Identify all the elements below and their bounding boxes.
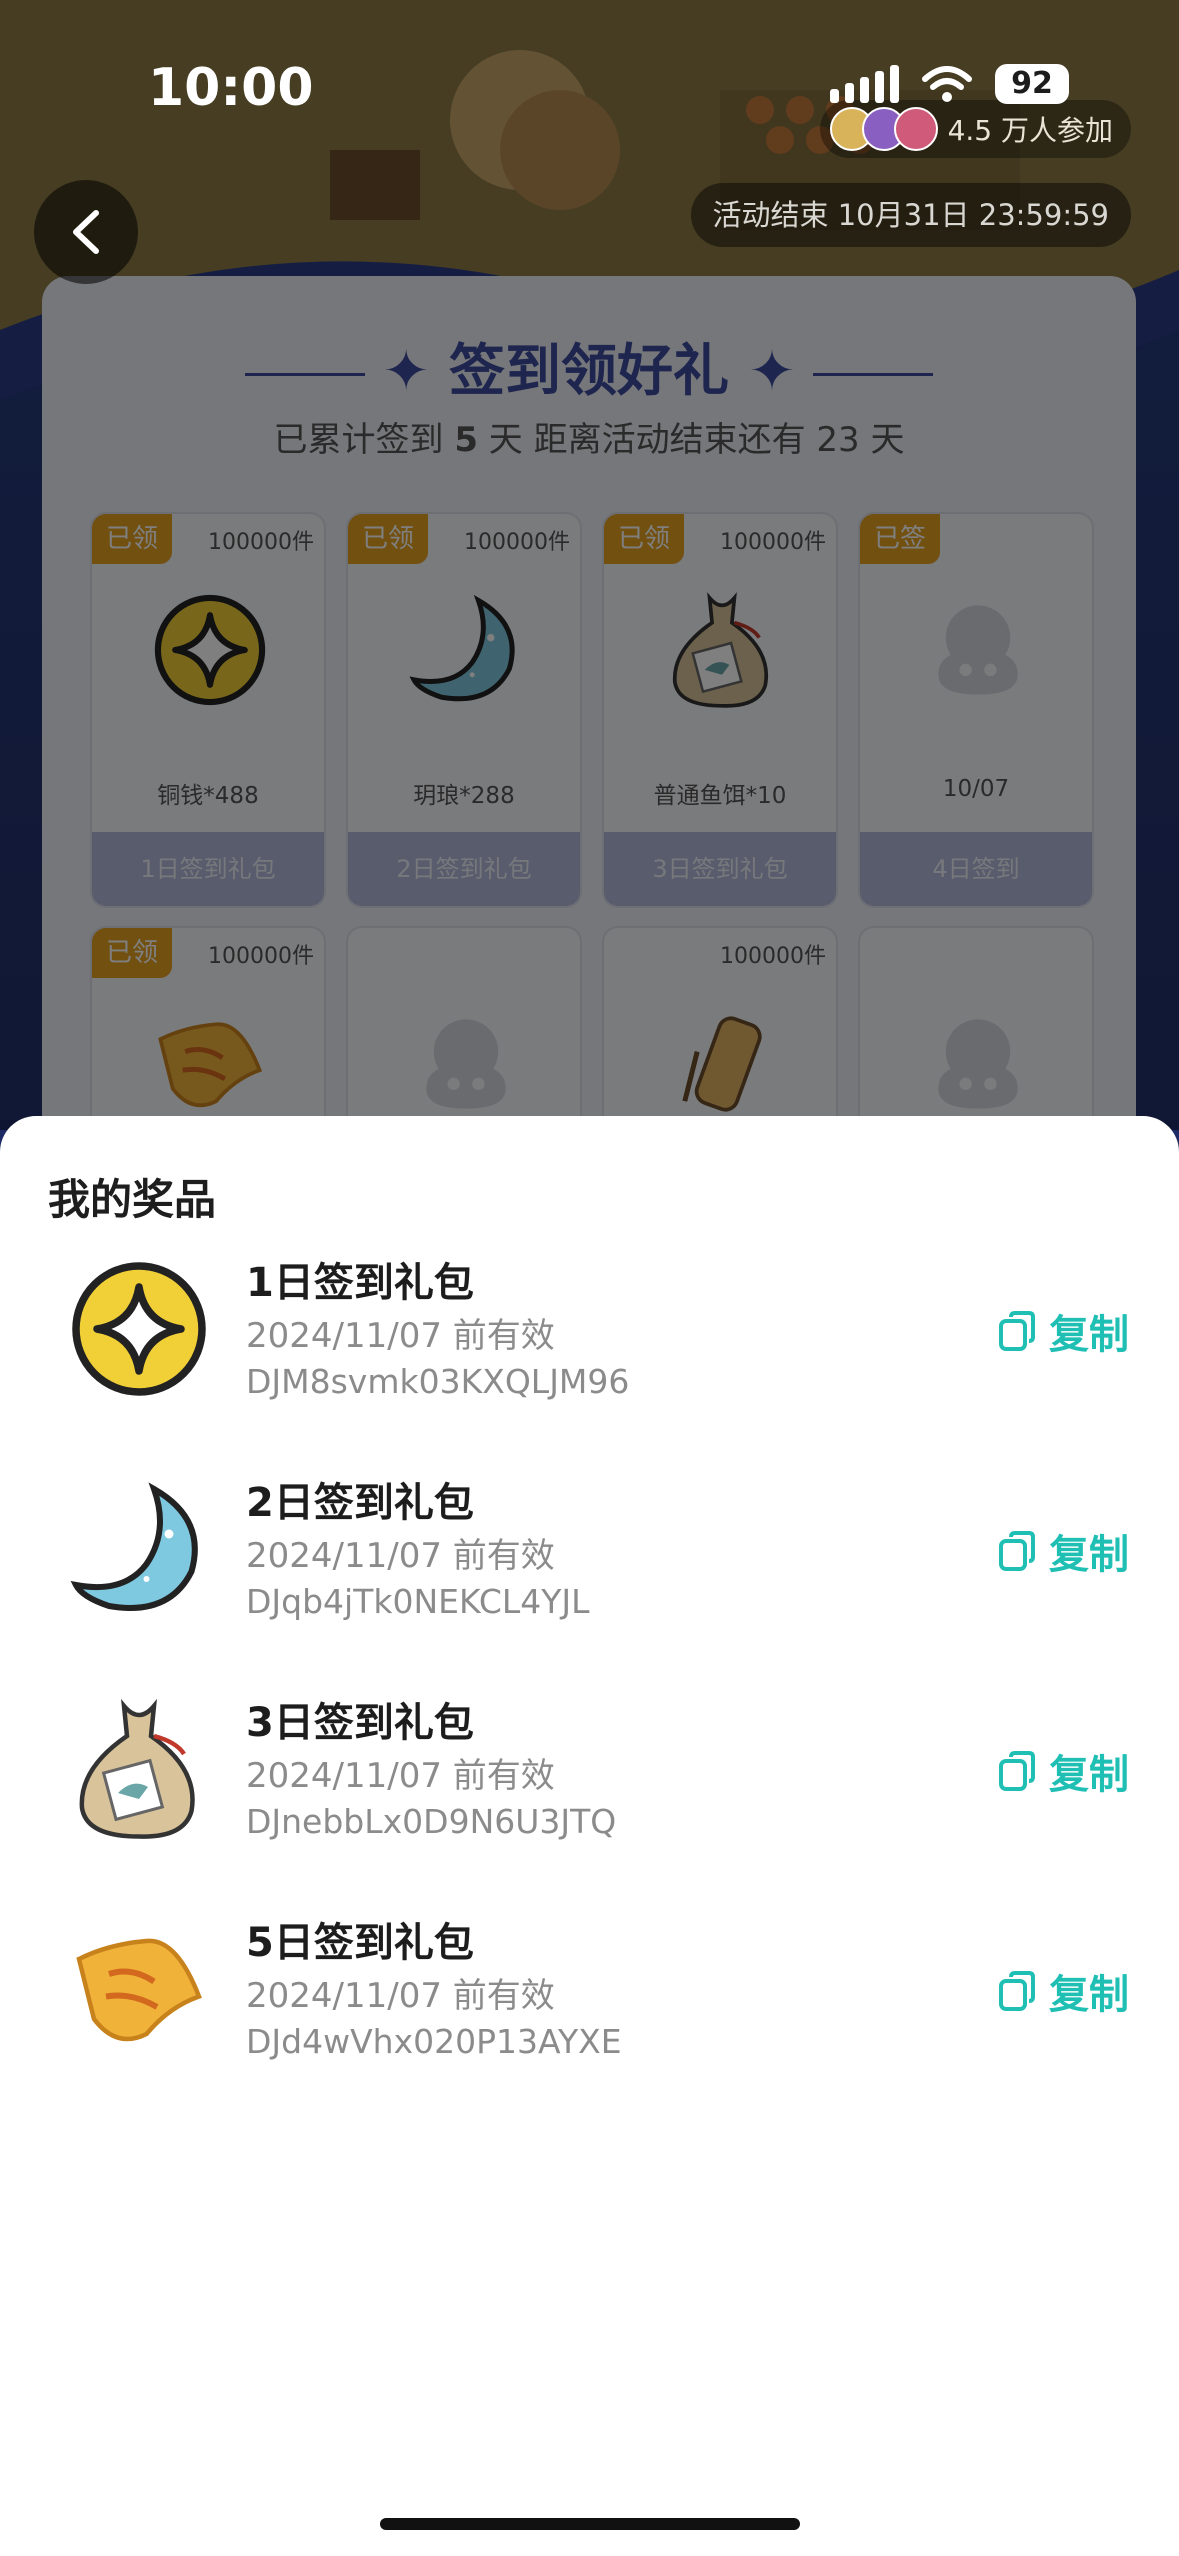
prize-name: 5日签到礼包 [246,1920,474,1966]
prize-item: 5日签到礼包 2024/11/07 前有效 DJd4wVhx020P13AYXE… [0,1906,1179,2106]
prize-name: 2日签到礼包 [246,1480,474,1526]
status-bar: 10:00 92 [0,0,1179,170]
copy-button[interactable]: 复制 [997,1522,1129,1580]
back-button[interactable] [34,180,138,284]
prize-code: DJd4wVhx020P13AYXE [246,2022,622,2061]
my-prizes-sheet: 我的奖品 1日签到礼包 2024/11/07 前有效 DJM8svmk03KXQ… [0,1116,1179,2556]
prize-code: DJnebbLx0D9N6U3JTQ [246,1802,617,1841]
prize-item: 2日签到礼包 2024/11/07 前有效 DJqb4jTk0NEKCL4YJL… [0,1466,1179,1666]
prize-code: DJqb4jTk0NEKCL4YJL [246,1582,590,1621]
moon-gem-icon [64,1474,214,1624]
sheet-title: 我的奖品 [48,1175,217,1224]
prize-valid-until: 2024/11/07 前有效 [246,1756,555,1796]
copy-label: 复制 [1049,1312,1129,1358]
coin-icon [64,1254,214,1404]
prize-valid-until: 2024/11/07 前有效 [246,1536,555,1576]
copy-label: 复制 [1049,1972,1129,2018]
prize-name: 3日签到礼包 [246,1700,474,1746]
prize-item: 3日签到礼包 2024/11/07 前有效 DJnebbLx0D9N6U3JTQ… [0,1686,1179,1886]
copy-icon [999,1531,1035,1571]
battery-indicator: 92 [995,64,1069,104]
wifi-icon [922,66,972,102]
prize-code: DJM8svmk03KXQLJM96 [246,1362,630,1401]
copy-button[interactable]: 复制 [997,1742,1129,1800]
cellular-signal-icon [830,65,899,103]
scroll-ticket-icon [64,1914,214,2064]
bait-bag-icon [64,1694,214,1844]
chevron-left-icon [73,210,99,254]
status-time: 10:00 [148,58,314,118]
copy-button[interactable]: 复制 [997,1962,1129,2020]
prize-item: 1日签到礼包 2024/11/07 前有效 DJM8svmk03KXQLJM96… [0,1246,1179,1446]
prize-name: 1日签到礼包 [246,1260,474,1306]
copy-icon [999,1311,1035,1351]
copy-label: 复制 [1049,1532,1129,1578]
event-deadline: 活动结束 10月31日 23:59:59 [690,183,1131,247]
copy-label: 复制 [1049,1752,1129,1798]
prize-valid-until: 2024/11/07 前有效 [246,1976,555,2016]
copy-button[interactable]: 复制 [997,1302,1129,1360]
prize-valid-until: 2024/11/07 前有效 [246,1316,555,1356]
copy-icon [999,1751,1035,1791]
copy-icon [999,1971,1035,2011]
home-indicator[interactable] [380,2518,800,2530]
